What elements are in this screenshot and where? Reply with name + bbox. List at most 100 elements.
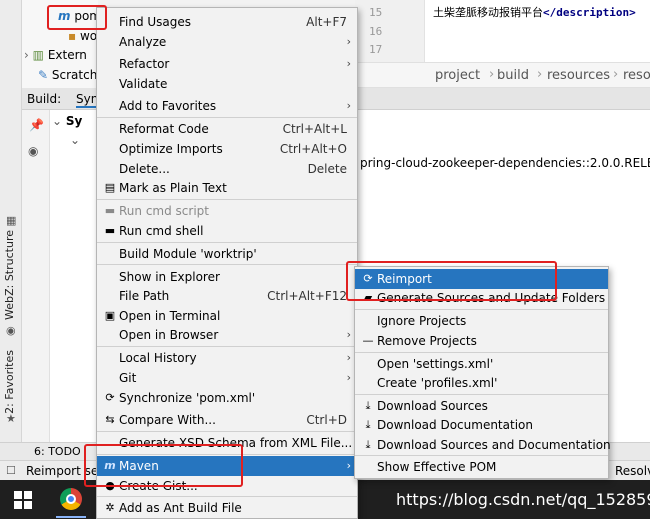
status-checkbox-icon: ☐ bbox=[6, 464, 16, 477]
menu-item-label: Delete... bbox=[119, 162, 170, 176]
menu-item-reimport[interactable]: ⟳ Reimport bbox=[355, 269, 608, 289]
menu-item-maven[interactable]: m Maven › bbox=[97, 456, 357, 476]
build-label: Build: bbox=[27, 92, 62, 106]
tree-item-scratches[interactable]: ✎ Scratch bbox=[38, 65, 97, 85]
menu-item-git[interactable]: Git › bbox=[97, 368, 357, 388]
menu-item-label: Create 'profiles.xml' bbox=[377, 376, 498, 390]
menu-item-label: Open in Terminal bbox=[119, 309, 221, 323]
library-icon: ▥ bbox=[32, 48, 44, 62]
download-icon: ⤓ bbox=[365, 438, 371, 451]
menu-item-compare-with[interactable]: ⇆ Compare With... Ctrl+D bbox=[97, 410, 357, 430]
tree-item-pom[interactable]: m pom bbox=[58, 6, 101, 26]
menu-item-label: Reimport bbox=[377, 272, 432, 286]
tree-item-external-libraries[interactable]: › ▥ Extern bbox=[24, 45, 87, 65]
sync-icon: ⟳ bbox=[105, 391, 115, 404]
menu-item-add-as-ant-build-file[interactable]: ✲ Add as Ant Build File bbox=[97, 498, 357, 518]
menu-item-label: Compare With... bbox=[119, 413, 216, 427]
menu-item-run-cmd-script[interactable]: ▬ Run cmd script bbox=[97, 201, 357, 221]
menu-item-label: Run cmd shell bbox=[119, 224, 204, 238]
menu-item-open-in-terminal[interactable]: ▣ Open in Terminal bbox=[97, 306, 357, 326]
menu-item-create-profiles-xml[interactable]: Create 'profiles.xml' bbox=[355, 373, 608, 393]
tab-todo[interactable]: 6: TODO bbox=[34, 445, 81, 458]
menu-item-mark-as-plain-text[interactable]: ▤ Mark as Plain Text bbox=[97, 178, 357, 198]
menu-item-open-settings-xml[interactable]: Open 'settings.xml' bbox=[355, 354, 608, 374]
tree-item-xml[interactable]: ▪ wo bbox=[68, 26, 97, 46]
chevron-right-icon: › bbox=[346, 99, 351, 112]
tab-sync[interactable]: Syn bbox=[76, 92, 99, 108]
tab-web[interactable]: Web bbox=[3, 296, 16, 320]
menu-item-label: Git bbox=[119, 371, 137, 385]
menu-item-download-sources[interactable]: ⤓ Download Sources bbox=[355, 396, 608, 416]
editor[interactable]: 15 16 17 土柴垄脈移动报销平台</description> bbox=[355, 0, 650, 62]
tab-structure[interactable]: Z: Structure bbox=[3, 230, 16, 296]
eye-icon[interactable]: ◉ bbox=[28, 144, 38, 158]
menu-item-show-in-explorer[interactable]: Show in Explorer bbox=[97, 267, 357, 287]
menu-item-label: Show in Explorer bbox=[119, 270, 220, 284]
watermark: https://blog.csdn.net/qq_15285907 bbox=[396, 490, 650, 509]
breadcrumb-item[interactable]: project bbox=[435, 68, 480, 83]
menu-separator bbox=[97, 454, 357, 455]
menu-item-create-gist[interactable]: ● Create Gist... bbox=[97, 476, 357, 496]
breadcrumb-item[interactable]: build bbox=[497, 68, 529, 83]
menu-item-shortcut: Ctrl+D bbox=[306, 413, 347, 427]
chevron-right-icon: › bbox=[346, 328, 351, 341]
menu-item-file-path[interactable]: File Path Ctrl+Alt+F12 bbox=[97, 286, 357, 306]
breadcrumb-separator: › bbox=[489, 67, 495, 82]
menu-item-shortcut: Ctrl+Alt+F12 bbox=[267, 289, 347, 303]
chevron-right-icon: › bbox=[346, 459, 351, 472]
active-app-indicator bbox=[56, 516, 86, 518]
menu-item-generate-xsd-schema-from-xml-file[interactable]: Generate XSD Schema from XML File... bbox=[97, 433, 357, 453]
menu-item-run-cmd-shell[interactable]: ▬ Run cmd shell bbox=[97, 221, 357, 241]
menu-separator bbox=[97, 346, 357, 347]
build-output-line: pring-cloud-zookeeper-dependencies::2.0.… bbox=[360, 156, 650, 170]
breadcrumb: project › build › resources › reso bbox=[355, 62, 650, 88]
menu-item-open-in-browser[interactable]: Open in Browser › bbox=[97, 325, 357, 345]
menu-item-download-documentation[interactable]: ⤓ Download Documentation bbox=[355, 415, 608, 435]
chevron-right-icon: › bbox=[346, 371, 351, 384]
menu-item-label: Synchronize 'pom.xml' bbox=[119, 391, 256, 405]
menu-item-download-sources-and-documentation[interactable]: ⤓ Download Sources and Documentation bbox=[355, 435, 611, 455]
menu-item-label: Local History bbox=[119, 351, 197, 365]
menu-item-remove-projects[interactable]: — Remove Projects bbox=[355, 331, 608, 351]
menu-item-label: Maven bbox=[119, 459, 159, 473]
menu-item-generate-sources-and-update-folders[interactable]: ▰ Generate Sources and Update Folders bbox=[355, 288, 608, 308]
menu-item-validate[interactable]: Validate bbox=[97, 74, 357, 94]
menu-item-label: Analyze bbox=[119, 35, 167, 49]
menu-item-label: Create Gist... bbox=[119, 479, 198, 493]
project-tree: m pom ▪ wo › ▥ Extern ✎ Scratch bbox=[22, 0, 101, 90]
menu-item-label: Build Module 'worktrip' bbox=[119, 247, 257, 261]
menu-item-label: Show Effective POM bbox=[377, 460, 497, 474]
menu-item-delete[interactable]: Delete... Delete bbox=[97, 159, 357, 179]
cmd-icon: ▬ bbox=[104, 204, 116, 217]
menu-item-show-effective-pom[interactable]: Show Effective POM bbox=[355, 457, 608, 477]
menu-item-local-history[interactable]: Local History › bbox=[97, 348, 357, 368]
menu-item-synchronize-pom-xml[interactable]: ⟳ Synchronize 'pom.xml' bbox=[97, 388, 357, 408]
menu-item-label: Add as Ant Build File bbox=[119, 501, 242, 515]
menu-item-find-usages[interactable]: Find Usages Alt+F7 bbox=[97, 12, 357, 32]
menu-item-build-module-worktrip[interactable]: Build Module 'worktrip' bbox=[97, 244, 357, 264]
windows-start-icon[interactable] bbox=[14, 491, 32, 509]
menu-item-optimize-imports[interactable]: Optimize Imports Ctrl+Alt+O bbox=[97, 139, 357, 159]
menu-item-label: Ignore Projects bbox=[377, 314, 467, 328]
menu-separator bbox=[97, 117, 357, 118]
structure-icon: ▦ bbox=[6, 214, 17, 227]
chrome-icon[interactable] bbox=[60, 488, 82, 510]
menu-item-analyze[interactable]: Analyze › bbox=[97, 32, 357, 52]
breadcrumb-item[interactable]: reso bbox=[623, 68, 650, 83]
menu-separator bbox=[97, 242, 357, 243]
breadcrumb-separator: › bbox=[613, 67, 619, 82]
compare-icon: ⇆ bbox=[105, 413, 115, 426]
menu-item-add-to-favorites[interactable]: Add to Favorites › bbox=[97, 96, 357, 116]
menu-item-reformat-code[interactable]: Reformat Code Ctrl+Alt+L bbox=[97, 119, 357, 139]
download-icon: ⤓ bbox=[365, 399, 371, 412]
menu-item-ignore-projects[interactable]: Ignore Projects bbox=[355, 311, 608, 331]
menu-item-label: Download Sources and Documentation bbox=[377, 438, 611, 452]
tab-favorites[interactable]: 2: Favorites bbox=[3, 350, 16, 414]
build-tree-row[interactable]: ⌄ Sy bbox=[52, 114, 82, 128]
menu-item-refactor[interactable]: Refactor › bbox=[97, 54, 357, 74]
status-text-right: Resolv bbox=[615, 464, 650, 478]
pin-icon[interactable]: 📌 bbox=[29, 118, 44, 132]
maven-file-icon: m bbox=[58, 9, 71, 23]
breadcrumb-item[interactable]: resources bbox=[547, 68, 610, 83]
menu-item-label: Refactor bbox=[119, 57, 170, 71]
